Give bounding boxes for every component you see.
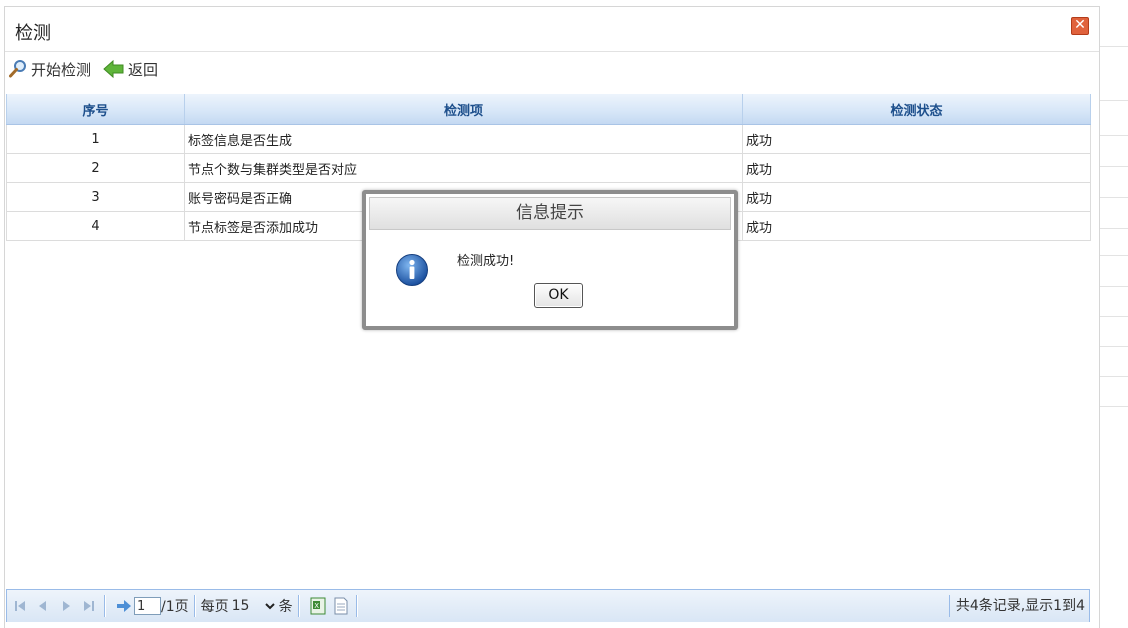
magnifier-icon — [9, 60, 26, 78]
background-lines — [1100, 0, 1128, 628]
excel-export-icon[interactable]: X — [308, 596, 328, 616]
cell-status: 成功 — [742, 211, 1091, 241]
toolbar: 开始检测 返回 — [8, 58, 170, 80]
table-header-row: 序号 检测项 检测状态 — [6, 94, 1091, 125]
cell-item: 标签信息是否生成 — [184, 124, 743, 154]
back-label: 返回 — [128, 60, 159, 79]
info-icon — [396, 254, 428, 286]
ok-button[interactable]: OK — [534, 283, 583, 308]
cell-index: 4 — [6, 211, 185, 241]
dialog-message: 检测成功! — [457, 254, 515, 269]
pager-separator — [355, 595, 358, 617]
document-export-icon[interactable] — [331, 596, 351, 616]
column-header-status[interactable]: 检测状态 — [742, 94, 1091, 125]
title-divider — [5, 51, 1099, 52]
page-number-input[interactable]: 1 — [134, 597, 161, 615]
cell-status: 成功 — [742, 182, 1091, 212]
window-title: 检测 — [15, 23, 51, 44]
cell-status: 成功 — [742, 124, 1091, 154]
start-detect-button[interactable]: 开始检测 — [8, 59, 91, 80]
cell-index: 3 — [6, 182, 185, 212]
pager-separator — [193, 595, 196, 617]
chevron-down-icon — [264, 603, 275, 610]
cell-index: 1 — [6, 124, 185, 154]
first-page-icon[interactable] — [10, 596, 30, 616]
pager-separator — [297, 595, 300, 617]
cell-status: 成功 — [742, 153, 1091, 183]
total-pages-label: /1页 — [161, 599, 189, 615]
table-row[interactable]: 1 标签信息是否生成 成功 — [6, 124, 1091, 154]
cell-item: 节点个数与集群类型是否对应 — [184, 153, 743, 183]
per-page-label: 每页 — [200, 599, 229, 615]
last-page-icon[interactable] — [79, 596, 99, 616]
dialog-title: 信息提示 — [369, 197, 731, 230]
table-row[interactable]: 2 节点个数与集群类型是否对应 成功 — [6, 153, 1091, 183]
svg-text:X: X — [314, 602, 319, 610]
start-detect-label: 开始检测 — [31, 60, 92, 79]
column-header-item[interactable]: 检测项 — [184, 94, 743, 125]
cell-index: 2 — [6, 153, 185, 183]
go-page-arrow-icon[interactable] — [114, 596, 134, 616]
page-size-value: 15 — [231, 598, 250, 614]
prev-page-icon[interactable] — [33, 596, 53, 616]
green-arrow-left-icon — [103, 59, 124, 79]
pagination-bar: 1 /1页 每页 15 条 X 共4条记录,显示1到4 — [6, 589, 1090, 622]
info-dialog: 信息提示 检测成功! OK — [362, 190, 738, 330]
unit-label: 条 — [278, 599, 293, 615]
pager-separator — [104, 595, 106, 617]
page-size-select[interactable]: 15 — [229, 596, 279, 616]
records-summary: 共4条记录,显示1到4 — [948, 595, 1085, 617]
next-page-icon[interactable] — [56, 596, 76, 616]
column-header-index[interactable]: 序号 — [6, 94, 185, 125]
back-button[interactable]: 返回 — [103, 59, 158, 80]
close-icon[interactable]: ✕ — [1071, 17, 1089, 35]
